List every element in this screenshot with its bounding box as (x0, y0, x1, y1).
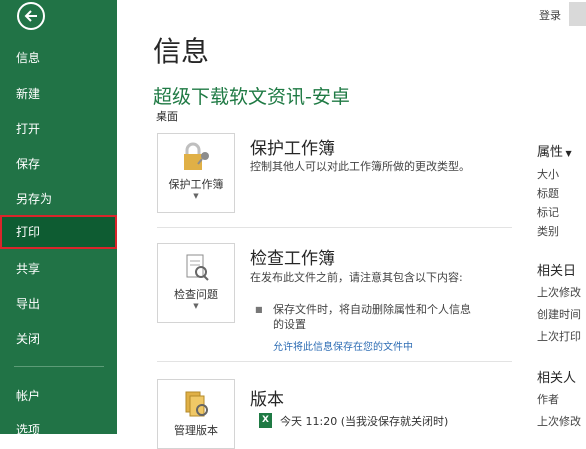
sidebar-item-export[interactable]: 导出 (0, 287, 117, 321)
property-category: 类别 (537, 225, 559, 238)
related-people-header: 相关人 (537, 371, 577, 386)
dropdown-caret-icon: ▼ (193, 302, 199, 310)
info-panel: 信息 超级下载软文资讯-安卓 桌面 保护工作簿 ▼ 保护工作簿 控制其他人可以对… (117, 0, 586, 449)
login-link[interactable]: 登录 (539, 7, 561, 23)
property-size: 大小 (537, 168, 559, 181)
sidebar-item-save[interactable]: 保存 (0, 147, 117, 181)
sidebar-item-info[interactable]: 信息 (0, 41, 117, 75)
check-issues-label: 检查问题 (174, 288, 218, 301)
sidebar-divider (14, 366, 104, 367)
protect-section-title: 保护工作簿 (250, 139, 335, 159)
sidebar-item-open[interactable]: 打开 (0, 112, 117, 146)
section-divider (157, 361, 512, 362)
document-title: 超级下载软文资讯-安卓 (153, 86, 350, 108)
document-path[interactable]: 桌面 (156, 108, 178, 124)
back-arrow-icon[interactable] (17, 2, 45, 30)
sidebar-item-options[interactable]: 选项 (0, 413, 117, 447)
excel-file-icon: X (259, 413, 272, 428)
sidebar-item-close[interactable]: 关闭 (0, 322, 117, 356)
sidebar-item-share[interactable]: 共享 (0, 252, 117, 286)
date-last-printed: 上次打印 (537, 330, 581, 343)
check-issues-button[interactable]: 检查问题 ▼ (157, 243, 235, 323)
bullet-icon: ■ (255, 305, 263, 314)
lock-key-icon (184, 142, 209, 170)
people-author: 作者 (537, 393, 559, 406)
people-last-modified-by: 上次修改 (537, 415, 581, 428)
avatar (569, 2, 586, 26)
date-created: 创建时间 (537, 308, 581, 321)
inspect-document-icon (186, 254, 209, 281)
manage-versions-button[interactable]: 管理版本 (157, 379, 235, 449)
page-title: 信息 (153, 35, 210, 68)
manage-versions-label: 管理版本 (174, 424, 218, 437)
sidebar-item-account[interactable]: 帐户 (0, 379, 117, 413)
dropdown-caret-icon: ▼ (193, 192, 199, 200)
section-divider (157, 227, 512, 228)
inspect-section-desc: 在发布此文件之前，请注意其包含以下内容: (250, 271, 463, 284)
property-tags: 标记 (537, 206, 559, 219)
versions-icon (185, 391, 208, 417)
protect-workbook-label: 保护工作簿 (168, 178, 224, 191)
properties-header[interactable]: 属性 ▼ (537, 141, 572, 160)
inspect-section-title: 检查工作簿 (250, 249, 335, 269)
inspect-bullet-text: 保存文件时，将自动删除属性和个人信息的设置 (273, 303, 471, 331)
protect-workbook-button[interactable]: 保护工作簿 ▼ (157, 133, 235, 213)
date-last-modified: 上次修改 (537, 286, 581, 299)
versions-section-title: 版本 (250, 390, 284, 410)
sidebar-item-print[interactable]: 打印 (0, 215, 117, 249)
sidebar-item-save-as[interactable]: 另存为 (0, 182, 117, 216)
related-dates-header: 相关日 (537, 264, 577, 279)
dropdown-caret-icon: ▼ (563, 149, 572, 158)
protect-section-desc: 控制其他人可以对此工作簿所做的更改类型。 (250, 160, 470, 173)
allow-save-info-link[interactable]: 允许将此信息保存在您的文件中 (273, 338, 413, 353)
sidebar-item-new[interactable]: 新建 (0, 77, 117, 111)
property-title: 标题 (537, 187, 559, 200)
autosave-version-entry[interactable]: 今天 11:20 (当我没保存就关闭时) (280, 413, 448, 429)
backstage-sidebar: 信息 新建 打开 保存 另存为 打印 共享 导出 关闭 帐户 选项 (0, 0, 117, 437)
